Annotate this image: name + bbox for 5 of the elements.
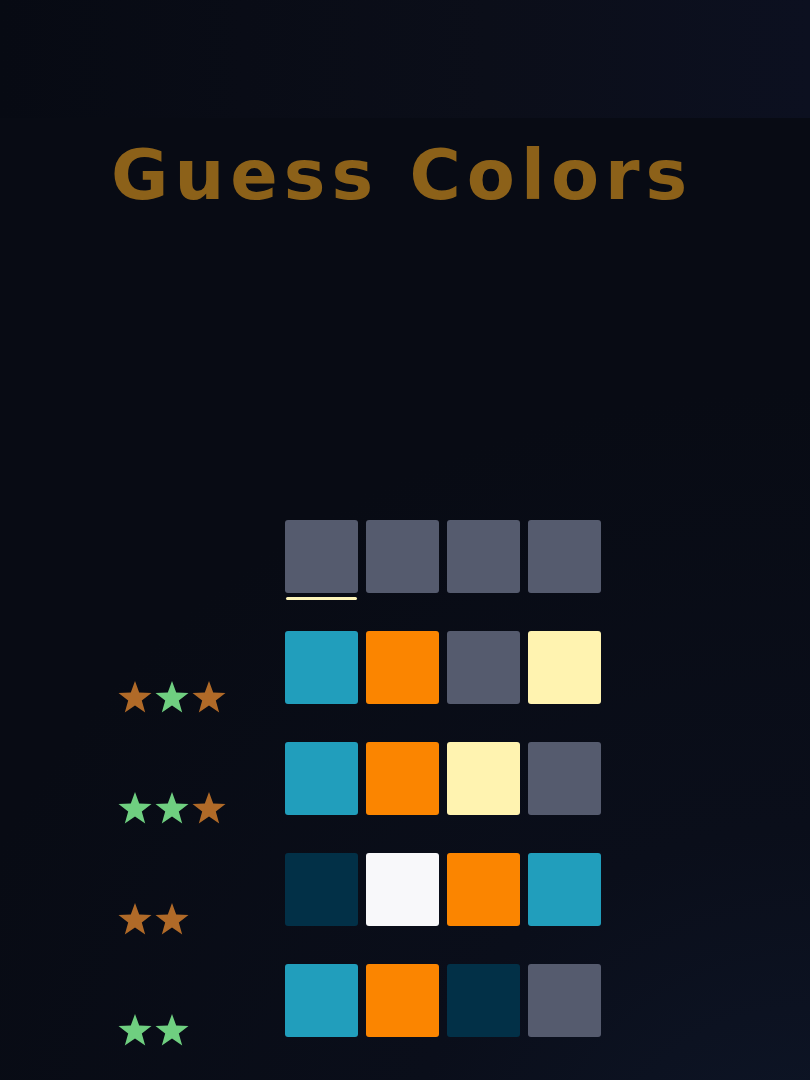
empty-tile[interactable] [366, 520, 439, 593]
empty-tile[interactable] [447, 520, 520, 593]
empty-tile[interactable] [528, 520, 601, 593]
game-title: Guess Colors [111, 140, 694, 210]
empty-tile[interactable] [285, 520, 358, 593]
